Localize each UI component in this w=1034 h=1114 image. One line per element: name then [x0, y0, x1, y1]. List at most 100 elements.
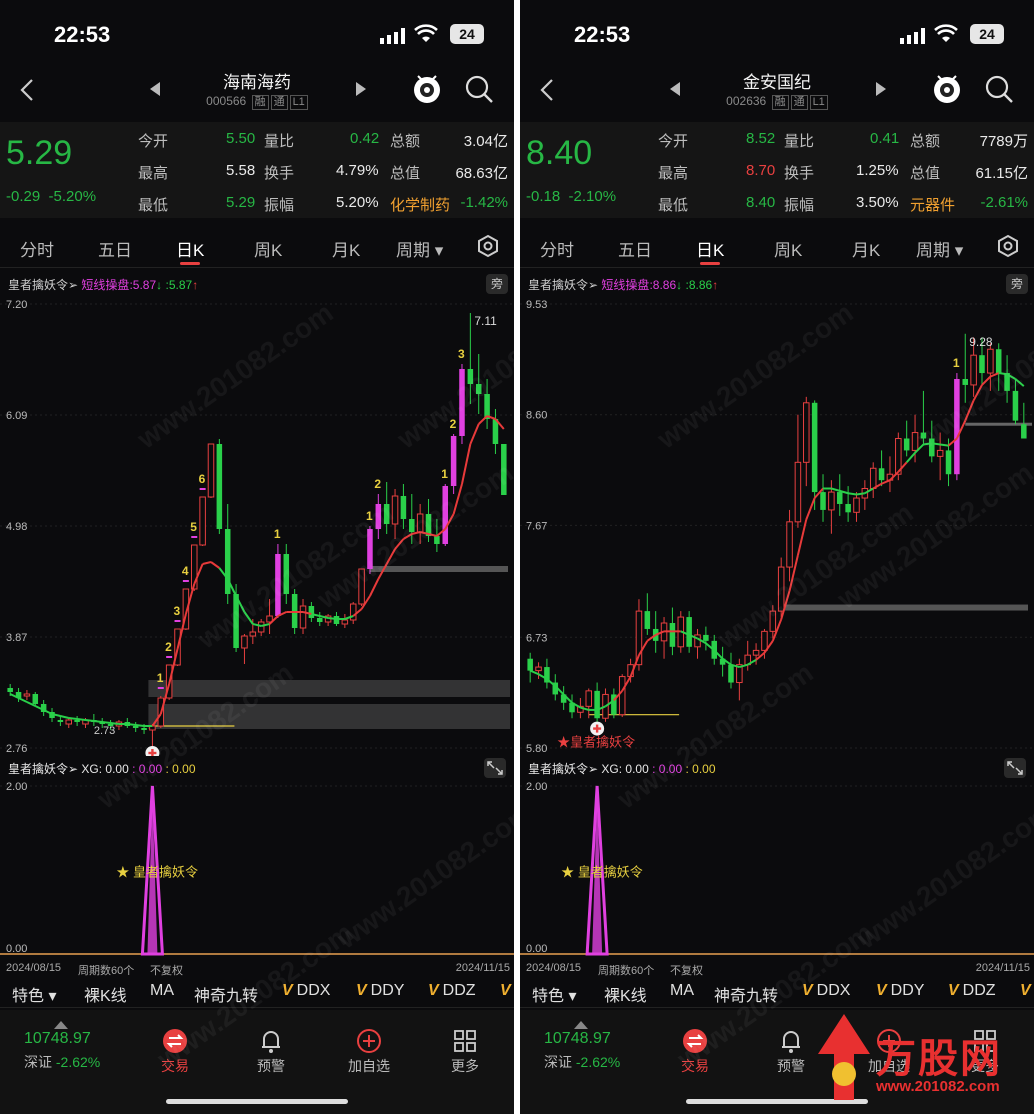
amount-value: 7789万: [979, 133, 1028, 150]
side-indicator-button[interactable]: 旁: [1006, 274, 1028, 294]
tool-ddy[interactable]: V DDY: [876, 982, 924, 1000]
tab-daily-k[interactable]: 日K: [696, 236, 724, 265]
ma-line-segment: [931, 442, 941, 446]
tool-ddz[interactable]: V DDZ: [948, 982, 996, 1000]
tab-monthly-k[interactable]: 月K: [332, 236, 360, 261]
bottom-tab-more[interactable]: 更多: [430, 1026, 500, 1076]
indicator-toolbar: 特色 ▾ 裸K线 MA 神奇九转 V DDX V DDY V DDZ V: [0, 978, 514, 1008]
mktcap-label: 总值: [390, 165, 421, 182]
axis-adjust-mode[interactable]: 不复权: [150, 962, 183, 978]
tool-naked-k[interactable]: 裸K线: [84, 982, 127, 1006]
expand-icon[interactable]: [1004, 758, 1026, 778]
sub-indicator-header[interactable]: 皇者擒妖令➢ XG: 0.00 : 0.00 : 0.00: [8, 760, 196, 777]
chart-settings-gear-icon[interactable]: [476, 234, 500, 263]
bottom-tab-add-watch[interactable]: 加自选: [334, 1026, 404, 1076]
y-tick-label: 2.00: [526, 781, 547, 793]
ma-line-segment: [85, 719, 94, 722]
tool-magic-nine[interactable]: 神奇九转: [194, 982, 258, 1006]
mktcap-value: 61.15亿: [975, 165, 1028, 182]
indicator-name: 皇者擒妖令: [528, 278, 589, 292]
special-dropdown[interactable]: 特色 ▾: [532, 982, 577, 1006]
sector-name[interactable]: 化学制药: [390, 197, 450, 214]
y-tick-label: 7.67: [526, 520, 547, 532]
main-indicator-header[interactable]: 皇者擒妖令➢ 短线操盘:5.87↓ :5.87↑: [8, 276, 198, 293]
time-axis: 2024/08/15 周期数60个 不复权 2024/11/15: [0, 960, 514, 978]
sub-indicator-name: 皇者擒妖令: [8, 762, 69, 776]
period-tabs: 分时 五日 日K 周K 月K 周期 ▾: [0, 226, 514, 268]
ma-line-segment: [881, 479, 891, 485]
xg-value-3: : 0.00: [165, 762, 196, 776]
status-bar: 22:53 24: [520, 18, 1034, 52]
home-indicator: [166, 1099, 348, 1104]
next-stock-icon[interactable]: [874, 82, 886, 101]
dropdown-arrow-icon: ▾: [48, 988, 57, 1005]
high-value: 8.70: [746, 162, 776, 179]
brand-title: 万股网: [876, 1037, 1002, 1081]
candle-body: [416, 513, 424, 533]
brand-overlay-logo: 万股网 www.201082.com: [812, 1004, 1026, 1110]
battery-indicator: 24: [970, 24, 1004, 44]
tab-weekly-k[interactable]: 周K: [774, 236, 802, 261]
axis-adjust-mode[interactable]: 不复权: [670, 962, 703, 978]
tab-five-day[interactable]: 五日: [98, 236, 132, 261]
bottom-tab-alert[interactable]: 预警: [236, 1026, 306, 1076]
status-time: 22:53: [54, 22, 111, 47]
candle-body: [57, 720, 64, 722]
bottom-tab-trade[interactable]: 交易: [140, 1026, 210, 1076]
low-label: 最低: [658, 197, 689, 214]
special-dropdown[interactable]: 特色 ▾: [12, 982, 57, 1006]
tool-ddx[interactable]: V DDX: [282, 982, 330, 1000]
y-tick-label: 3.87: [6, 632, 27, 644]
candle-body: [391, 495, 399, 525]
sequence-number: 3: [458, 347, 465, 361]
assistant-robot-icon[interactable]: [412, 72, 442, 111]
tab-monthly-k[interactable]: 月K: [852, 236, 880, 261]
tab-weekly-k[interactable]: 周K: [254, 236, 282, 261]
candlestick-chart[interactable]: 9.53 8.60 7.67 6.73 5.80 1 9.28 ★皇者擒妖令: [520, 296, 1034, 756]
tool-magic-nine[interactable]: 神奇九转: [714, 982, 778, 1006]
side-indicator-button[interactable]: 旁: [486, 274, 508, 294]
candlestick-chart[interactable]: 7.20 6.09 4.98 3.87 2.76 1 2 3 4 5 6 1 1 2 1 2 3 7.11 2.73…: [0, 296, 514, 756]
tab-period-dropdown[interactable]: 周期 ▾: [396, 236, 443, 261]
y-tick-label: 7.20: [6, 299, 27, 311]
expand-icon[interactable]: [484, 758, 506, 778]
tab-daily-k[interactable]: 日K: [176, 236, 204, 265]
y-tick-label: 0.00: [526, 943, 547, 955]
candle-body: [828, 491, 835, 511]
next-stock-icon[interactable]: [354, 82, 366, 101]
search-icon[interactable]: [464, 74, 494, 109]
candle-body: [777, 566, 785, 612]
bottom-tab-bar: 10748.97 深证 -2.62% 交易 预警 加自选 更多: [0, 1010, 514, 1114]
tool-ddz[interactable]: V DDZ: [428, 982, 476, 1000]
tool-ma[interactable]: MA: [150, 982, 174, 1000]
assistant-robot-icon[interactable]: [932, 72, 962, 111]
sector-change: -1.42%: [460, 194, 508, 211]
signal-subchart[interactable]: 2.00 0.00 ★ 皇者擒妖令: [0, 776, 514, 960]
index-ticker[interactable]: 10748.97 深证 -2.62%: [544, 1021, 620, 1072]
vip-v-icon: V: [356, 982, 367, 999]
index-ticker[interactable]: 10748.97 深证 -2.62%: [24, 1021, 100, 1072]
candle-body: [275, 554, 281, 616]
tool-ddy[interactable]: V DDY: [356, 982, 404, 1000]
tool-ma[interactable]: MA: [670, 982, 694, 1000]
tab-period-dropdown[interactable]: 周期 ▾: [916, 236, 963, 261]
bottom-tab-trade[interactable]: 交易: [660, 1026, 730, 1076]
tab-intraday[interactable]: 分时: [20, 236, 54, 261]
brand-arrow-icon: [818, 1014, 870, 1100]
sub-indicator-name: 皇者擒妖令: [528, 762, 589, 776]
candle-body: [316, 618, 323, 622]
sequence-number: 3: [174, 604, 181, 618]
tool-naked-k[interactable]: 裸K线: [604, 982, 647, 1006]
signal-subchart[interactable]: 2.00 0.00 ★ 皇者擒妖令: [520, 776, 1034, 960]
tab-intraday[interactable]: 分时: [540, 236, 574, 261]
index-name: 深证: [544, 1054, 572, 1070]
chart-settings-gear-icon[interactable]: [996, 234, 1020, 263]
index-up-icon: [54, 1016, 68, 1034]
sector-name[interactable]: 元器件: [910, 197, 955, 214]
main-indicator-header[interactable]: 皇者擒妖令➢ 短线操盘:8.86↓ :8.86↑: [528, 276, 718, 293]
tool-ddx[interactable]: V DDX: [802, 982, 850, 1000]
search-icon[interactable]: [984, 74, 1014, 109]
open-label: 今开: [658, 133, 689, 150]
sub-indicator-header[interactable]: 皇者擒妖令➢ XG: 0.00 : 0.00 : 0.00: [528, 760, 716, 777]
tab-five-day[interactable]: 五日: [618, 236, 652, 261]
